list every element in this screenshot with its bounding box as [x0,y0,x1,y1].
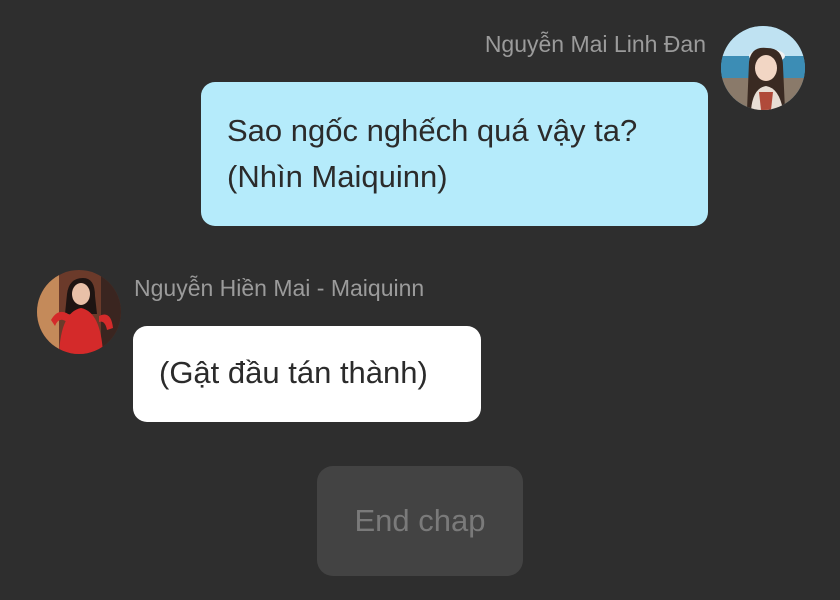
message-bubble-incoming: (Gật đầu tán thành) [133,326,481,422]
avatar[interactable] [721,26,805,110]
avatar-photo-icon [37,270,121,354]
message-line: (Gật đầu tán thành) [159,355,428,390]
chat-screen: Nguyễn Mai Linh Đan Sao ngốc nghếch quá … [0,0,840,600]
message-bubble-outgoing: Sao ngốc nghếch quá vậy ta? (Nhìn Maiqui… [201,82,708,226]
message-line: (Nhìn Maiquinn) [227,159,448,194]
avatar[interactable] [37,270,121,354]
message-line: Sao ngốc nghếch quá vậy ta? [227,113,638,148]
end-chap-button[interactable]: End chap [317,466,523,576]
avatar-photo-icon [721,26,805,110]
sender-name: Nguyễn Mai Linh Đan [484,31,706,57]
sender-name: Nguyễn Hiền Mai - Maiquinn [134,275,425,301]
